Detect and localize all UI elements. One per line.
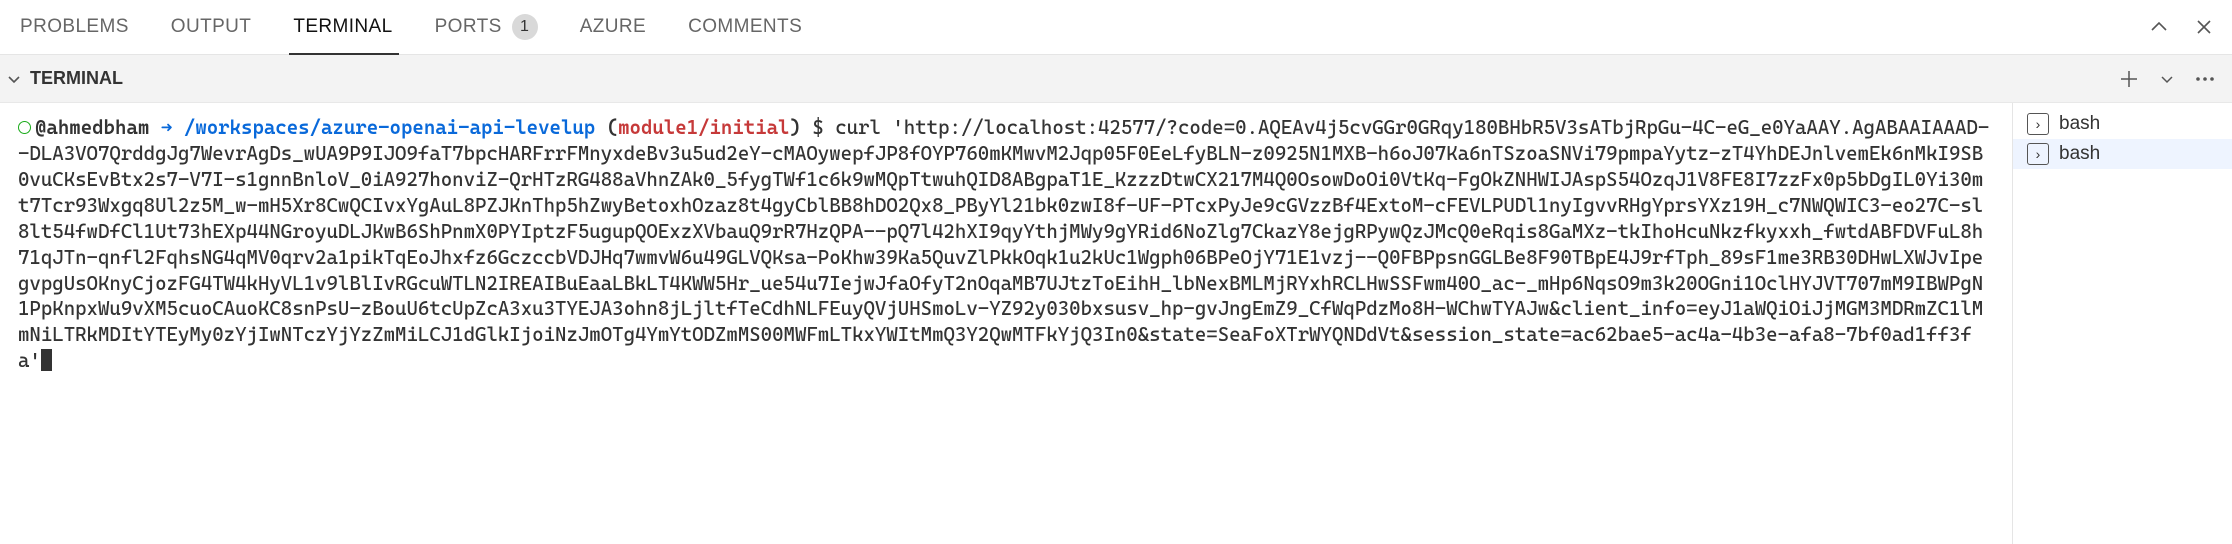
terminal-section-header[interactable]: TERMINAL bbox=[0, 55, 2232, 103]
tab-label: PROBLEMS bbox=[20, 16, 129, 38]
terminal-output[interactable]: @ahmedbham ➜ /workspaces/azure-openai-ap… bbox=[0, 103, 2012, 544]
terminal-icon: › bbox=[2027, 113, 2049, 135]
prompt-dollar: $ bbox=[812, 116, 823, 139]
status-dot-icon bbox=[18, 121, 31, 134]
close-panel-icon[interactable] bbox=[2191, 14, 2217, 40]
panel-body: @ahmedbham ➜ /workspaces/azure-openai-ap… bbox=[0, 103, 2232, 544]
branch-paren-open: ( bbox=[607, 116, 618, 139]
command-text: curl 'http://localhost:42577/?code=0.AQE… bbox=[18, 116, 1989, 372]
tab-label: OUTPUT bbox=[171, 16, 252, 38]
tab-label: COMMENTS bbox=[688, 16, 802, 38]
tab-problems[interactable]: PROBLEMS bbox=[15, 0, 157, 54]
terminal-header-actions bbox=[2114, 66, 2220, 92]
tab-azure[interactable]: AZURE bbox=[566, 0, 674, 54]
section-title: TERMINAL bbox=[30, 68, 123, 89]
tab-label: AZURE bbox=[580, 16, 646, 38]
tab-label: PORTS bbox=[435, 16, 502, 38]
tab-comments[interactable]: COMMENTS bbox=[674, 0, 830, 54]
tab-output[interactable]: OUTPUT bbox=[157, 0, 280, 54]
split-terminal-chevron-icon[interactable] bbox=[2156, 70, 2178, 88]
more-actions-icon[interactable] bbox=[2190, 73, 2220, 85]
prompt-branch: module1/initial bbox=[618, 116, 789, 139]
panel-tabs: PROBLEMS OUTPUT TERMINAL PORTS 1 AZURE C… bbox=[0, 0, 2232, 55]
maximize-panel-icon[interactable] bbox=[2145, 13, 2173, 41]
terminal-list-item[interactable]: › bash bbox=[2013, 139, 2232, 169]
prompt-arrow: ➜ bbox=[161, 116, 173, 139]
tab-terminal[interactable]: TERMINAL bbox=[279, 0, 420, 54]
tab-label: TERMINAL bbox=[293, 16, 392, 38]
terminal-list: › bash › bash bbox=[2012, 103, 2232, 544]
ports-badge: 1 bbox=[512, 14, 538, 40]
panel-actions bbox=[2145, 13, 2217, 41]
terminal-icon: › bbox=[2027, 143, 2049, 165]
prompt-user: @ahmedbham bbox=[35, 116, 149, 139]
new-terminal-icon[interactable] bbox=[2114, 66, 2144, 92]
terminal-cursor bbox=[41, 349, 52, 371]
terminal-list-item[interactable]: › bash bbox=[2013, 109, 2232, 139]
chevron-down-icon bbox=[6, 71, 26, 87]
terminal-name: bash bbox=[2059, 113, 2100, 135]
tab-ports[interactable]: PORTS 1 bbox=[421, 0, 566, 54]
branch-paren-close: ) bbox=[789, 116, 800, 139]
prompt-path: /workspaces/azure-openai-api-levelup bbox=[184, 116, 595, 139]
terminal-name: bash bbox=[2059, 143, 2100, 165]
